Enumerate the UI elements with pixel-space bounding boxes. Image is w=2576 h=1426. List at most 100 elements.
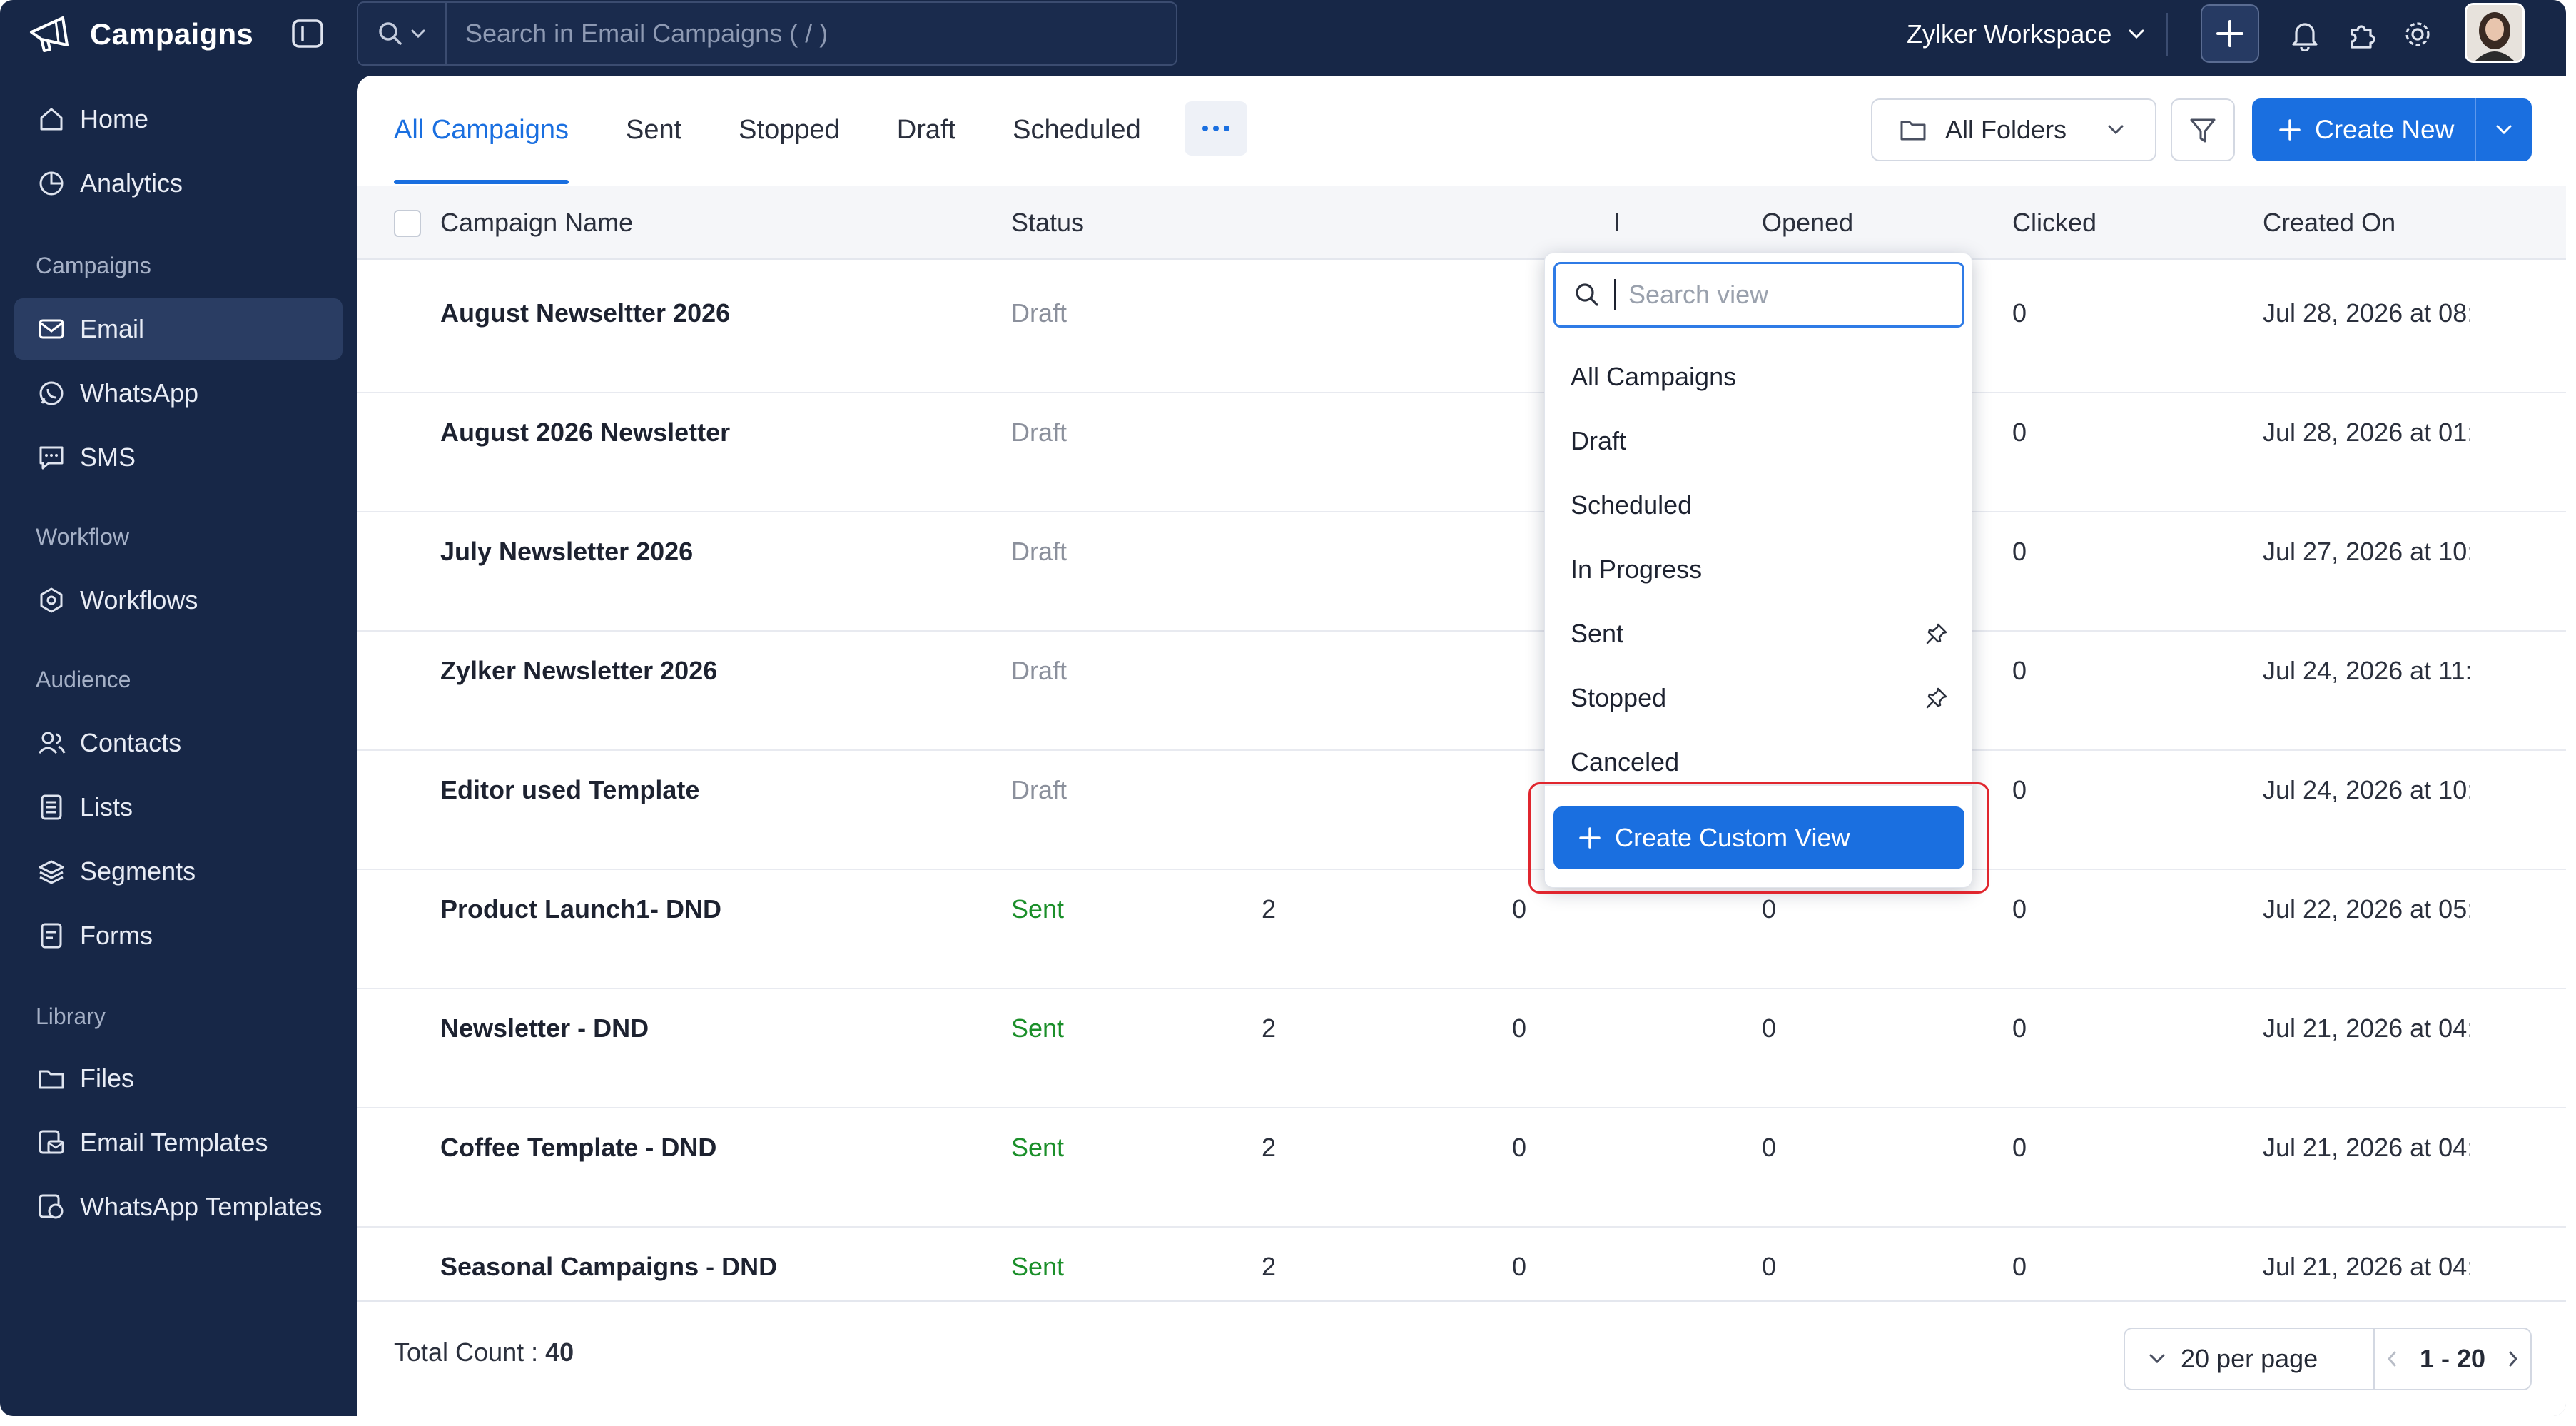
view-option-draft[interactable]: Draft (1571, 409, 1949, 473)
pin-icon[interactable] (1925, 686, 1949, 710)
create-custom-view-label: Create Custom View (1615, 823, 1850, 852)
create-new-options-button[interactable] (2475, 98, 2532, 161)
create-new-button[interactable]: Create New (2252, 98, 2532, 161)
sidebar-item-lists[interactable]: Lists (14, 777, 343, 838)
sidebar-item-label: Segments (80, 856, 196, 886)
page-range-text: 1 - 20 (2419, 1344, 2486, 1373)
campaign-status: Sent (1011, 894, 1065, 924)
column-header-partial[interactable]: l (1614, 186, 1620, 260)
whatsapp-template-icon (39, 1194, 64, 1219)
tab-all-campaigns[interactable]: All Campaigns (394, 76, 569, 184)
campaign-status: Draft (1011, 537, 1068, 566)
create-new-main[interactable]: Create New (2252, 98, 2475, 161)
folders-dropdown[interactable]: All Folders (1871, 98, 2156, 161)
view-option-scheduled[interactable]: Scheduled (1571, 473, 1949, 537)
select-all-checkbox[interactable] (394, 210, 421, 237)
sidebar-item-home[interactable]: Home (14, 89, 343, 150)
column-header-clicked[interactable]: Clicked (2012, 186, 2096, 260)
view-option-sent[interactable]: Sent (1571, 602, 1949, 666)
gear-icon[interactable] (2400, 17, 2435, 51)
sidebar-item-analytics[interactable]: Analytics (14, 153, 343, 214)
table-row[interactable]: August Newseltter 2026 Draft 0 0 Jul 28,… (357, 274, 2566, 393)
per-page-dropdown[interactable]: 20 per page (2125, 1329, 2375, 1389)
sidebar-item-label: Contacts (80, 728, 182, 757)
column-header-name[interactable]: Campaign Name (440, 186, 633, 260)
view-option-stopped[interactable]: Stopped (1571, 666, 1949, 730)
column-header-created[interactable]: Created On (2263, 186, 2395, 260)
more-views-button[interactable] (1185, 101, 1247, 156)
global-search[interactable]: Search in Email Campaigns ( / ) (357, 1, 1177, 66)
clicked-count: 0 (2012, 1252, 2027, 1281)
campaign-name[interactable]: Coffee Template - DND (440, 1108, 716, 1187)
sidebar-section-title: Workflow (36, 524, 129, 550)
user-avatar[interactable] (2465, 3, 2525, 63)
created-on: Jul 28, 2026 at 08: (2263, 298, 2470, 328)
workspace-switcher[interactable]: Zylker Workspace (1907, 16, 2147, 53)
view-search-input[interactable] (1628, 280, 1942, 310)
sidebar-toggle-icon[interactable] (291, 19, 324, 49)
sidebar-item-sms[interactable]: SMS (14, 427, 343, 488)
mail-icon (39, 319, 64, 339)
view-option-all-campaigns[interactable]: All Campaigns (1571, 345, 1949, 409)
view-option-label: Canceled (1571, 747, 1680, 777)
table-row[interactable]: July Newsletter 2026 Draft 0 0 Jul 27, 2… (357, 512, 2566, 632)
chevron-right-icon[interactable] (2505, 1348, 2521, 1370)
tab-scheduled[interactable]: Scheduled (1013, 76, 1141, 184)
email-template-icon (39, 1130, 64, 1154)
campaign-name[interactable]: Zylker Newsletter 2026 (440, 632, 717, 710)
chevron-down-icon (2149, 1354, 2165, 1364)
tab-sent[interactable]: Sent (626, 76, 681, 184)
view-option-in-progress[interactable]: In Progress (1571, 537, 1949, 602)
main-panel: All Campaigns Sent Stopped Draft Schedul… (357, 76, 2566, 1416)
column-header-opened[interactable]: Opened (1762, 186, 1853, 260)
sidebar-item-workflows[interactable]: Workflows (14, 570, 343, 631)
user-photo-icon (2467, 5, 2522, 61)
bell-icon[interactable] (2288, 17, 2322, 51)
filter-button[interactable] (2171, 98, 2235, 161)
puzzle-icon[interactable] (2345, 17, 2379, 51)
sidebar-item-email-templates[interactable]: Email Templates (14, 1112, 343, 1173)
app-window: Campaigns Search in Email Campaigns ( / … (0, 0, 2566, 1416)
sidebar-item-email[interactable]: Email (14, 298, 343, 360)
quick-create-button[interactable] (2201, 4, 2259, 63)
table-row[interactable]: Product Launch1- DND Sent 2 0 0 0 Jul 22… (357, 870, 2566, 989)
table-row[interactable]: August 2026 Newsletter Draft 0 0 Jul 28,… (357, 393, 2566, 512)
created-on: Jul 22, 2026 at 05: (2263, 894, 2470, 924)
campaign-name[interactable]: August Newseltter 2026 (440, 274, 730, 353)
table-row[interactable]: Zylker Newsletter 2026 Draft 0 0 Jul 24,… (357, 632, 2566, 751)
sidebar-item-whatsapp-templates[interactable]: WhatsApp Templates (14, 1176, 343, 1238)
search-input[interactable]: Search in Email Campaigns ( / ) (447, 19, 828, 49)
campaign-name[interactable]: July Newsletter 2026 (440, 512, 693, 591)
view-search-field[interactable] (1553, 262, 1964, 328)
tab-draft[interactable]: Draft (897, 76, 955, 184)
campaign-name[interactable]: Editor used Template (440, 751, 699, 829)
create-custom-view-button[interactable]: Create Custom View (1553, 806, 1964, 869)
campaign-name[interactable]: August 2026 Newsletter (440, 393, 730, 472)
sidebar-item-whatsapp[interactable]: WhatsApp (14, 363, 343, 424)
app-brand[interactable]: Campaigns (27, 7, 253, 61)
sidebar-item-segments[interactable]: Segments (14, 841, 343, 902)
total-count: Total Count : 40 (394, 1337, 574, 1367)
delivered-count: 0 (1512, 1013, 1527, 1043)
sidebar-item-contacts[interactable]: Contacts (14, 712, 343, 774)
pin-icon[interactable] (1925, 622, 1949, 646)
sidebar-item-forms[interactable]: Forms (14, 905, 343, 966)
sidebar-item-files[interactable]: Files (14, 1048, 343, 1109)
table-row[interactable]: Newsletter - DND Sent 2 0 0 0 Jul 21, 20… (357, 989, 2566, 1108)
campaign-name[interactable]: Newsletter - DND (440, 989, 649, 1068)
workspace-name: Zylker Workspace (1907, 19, 2112, 49)
search-icon (379, 22, 402, 45)
column-header-status[interactable]: Status (1011, 186, 1084, 260)
clicked-count: 0 (2012, 1133, 2027, 1162)
search-scope-dropdown[interactable] (358, 3, 447, 64)
table-row[interactable]: Editor used Template Draft 0 0 Jul 24, 2… (357, 751, 2566, 870)
more-dots-icon (1202, 126, 1229, 131)
view-option-label: Scheduled (1571, 490, 1693, 520)
table-row[interactable]: Coffee Template - DND Sent 2 0 0 0 Jul 2… (357, 1108, 2566, 1228)
table-header: Campaign Name Status l Opened Clicked Cr… (357, 186, 2566, 260)
list-icon (41, 794, 62, 820)
tab-stopped[interactable]: Stopped (739, 76, 840, 184)
campaign-name[interactable]: Product Launch1- DND (440, 870, 721, 949)
chevron-left-icon[interactable] (2384, 1348, 2400, 1370)
campaign-name[interactable]: Seasonal Campaigns - DND (440, 1228, 777, 1306)
